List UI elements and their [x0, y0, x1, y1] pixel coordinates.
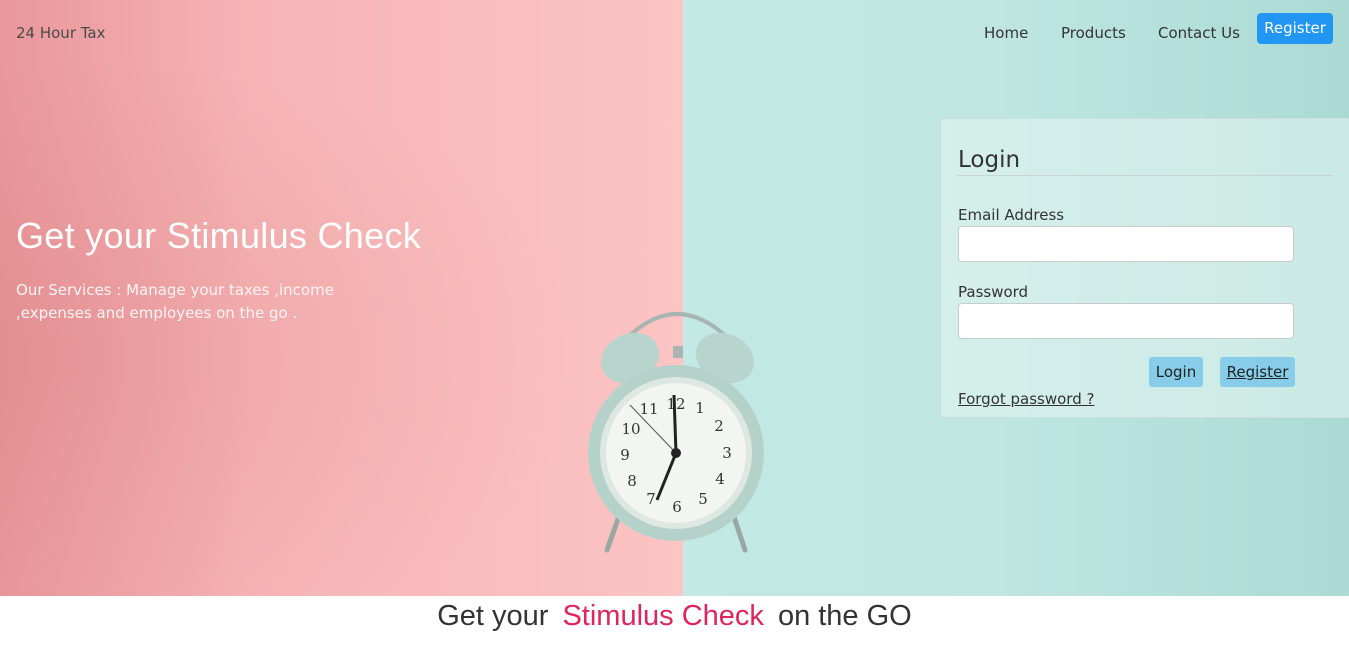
nav-contact-us[interactable]: Contact Us: [1158, 24, 1240, 42]
login-divider: [957, 175, 1333, 176]
email-field[interactable]: [958, 226, 1294, 262]
nav-home[interactable]: Home: [984, 24, 1028, 42]
svg-text:9: 9: [620, 446, 630, 464]
password-label: Password: [958, 283, 1029, 301]
tagline-after: on the GO: [777, 600, 912, 632]
login-button[interactable]: Login: [1149, 357, 1203, 387]
svg-text:8: 8: [627, 472, 637, 490]
tagline-highlight: Stimulus Check: [562, 600, 764, 632]
hero-banner: 24 Hour Tax Home Products Contact Us Reg…: [0, 0, 1349, 596]
login-title: Login: [958, 147, 1021, 173]
brand-logo-text[interactable]: 24 Hour Tax: [16, 24, 106, 42]
alarm-clock-illustration: 12 1 2 3 4 5 6 7 8 9 10 11: [588, 312, 764, 553]
tagline: Get your Stimulus Check on the GO: [0, 600, 1349, 633]
tagline-before: Get your: [437, 600, 549, 632]
hero-title: Get your Stimulus Check: [16, 215, 422, 256]
hero-description: Our Services : Manage your taxes ,income…: [16, 281, 334, 322]
svg-text:10: 10: [621, 420, 640, 438]
forgot-password-link[interactable]: Forgot password ?: [958, 390, 1094, 408]
svg-text:4: 4: [715, 470, 725, 488]
svg-text:2: 2: [714, 417, 724, 435]
svg-text:11: 11: [639, 400, 658, 418]
register-button[interactable]: Register: [1220, 357, 1295, 387]
password-field[interactable]: [958, 303, 1294, 339]
svg-text:3: 3: [722, 444, 732, 462]
svg-text:1: 1: [695, 399, 705, 417]
svg-text:6: 6: [672, 498, 682, 516]
nav-register-button[interactable]: Register: [1257, 13, 1333, 44]
svg-text:5: 5: [698, 490, 708, 508]
login-panel: Login Email Address Password Login Regis…: [940, 118, 1349, 418]
svg-text:7: 7: [646, 490, 656, 508]
email-label: Email Address: [958, 206, 1065, 224]
nav-products[interactable]: Products: [1061, 24, 1126, 42]
